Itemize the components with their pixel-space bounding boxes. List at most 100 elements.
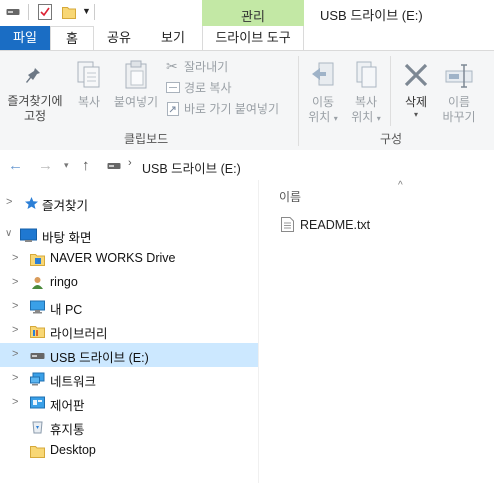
tab-home[interactable]: 홈 [50,26,94,51]
clipboard-group-label: 클립보드 [124,132,169,146]
expand-chevron-icon[interactable]: > [12,300,18,312]
cut-label: 잘라내기 [184,60,229,74]
copy-to-label-text: 위치 [351,110,374,124]
desktop-icon [20,228,37,242]
expand-chevron-icon[interactable]: > [12,276,18,288]
breadcrumb-current[interactable]: USB 드라이브 (E:) [142,158,241,177]
nav-item-desktop[interactable]: ∨ 바탕 화면 [0,223,258,247]
tab-drive-tools[interactable]: 드라이브 도구 [202,26,304,50]
paste-button[interactable]: 붙여넣기 [110,58,162,114]
up-arrow-icon[interactable]: ↑ [82,157,90,174]
move-to-label-line1: 이동 [311,95,335,109]
delete-button[interactable]: 삭제 ▾ [396,58,436,124]
tab-view[interactable]: 보기 [144,26,202,50]
expand-chevron-icon[interactable]: > [12,324,18,336]
nav-item-libraries[interactable]: > 라이브러리 [0,319,258,343]
back-arrow-icon[interactable]: ← [8,157,23,174]
expand-chevron-icon[interactable]: > [6,196,12,208]
copy-to-label-line2: 위치 ▾ [346,109,386,127]
rename-label-line2: 바꾸기 [442,110,476,124]
pin-to-quick-access-button[interactable]: 즐겨찾기에 고정 [2,58,68,124]
expand-chevron-icon[interactable]: > [12,396,18,408]
delete-x-icon [404,63,428,87]
nav-label: 바탕 화면 [42,231,92,245]
pin-label-line2: 고정 [23,109,47,123]
drive-icon[interactable] [6,6,20,16]
nav-item-naver-works-drive[interactable]: > NAVER WORKS Drive [0,247,258,271]
nav-item-ringo[interactable]: > ringo [0,271,258,295]
drive-icon [107,163,121,169]
scissors-icon: ✂ [166,58,178,74]
paste-shortcut-icon [167,102,179,116]
network-icon [30,372,45,386]
nav-label: 제어판 [50,399,85,413]
rename-button[interactable]: 이름 바꾸기 [438,58,480,124]
nav-item-recycle-bin[interactable]: 휴지통 [0,415,258,439]
new-folder-icon[interactable] [62,5,76,19]
copy-path-button[interactable]: 경로 복사 [164,79,264,97]
nav-label: 내 PC [50,303,83,317]
pin-icon [26,65,40,83]
qat-separator [28,4,29,20]
nav-label: 즐겨찾기 [42,199,89,213]
copy-path-label: 경로 복사 [184,81,232,95]
collapse-chevron-icon[interactable]: ∨ [5,228,12,239]
customize-qat-chevron-down-icon[interactable]: ▼ [82,6,91,16]
expand-chevron-icon[interactable]: > [12,252,18,264]
pin-label-line1: 즐겨찾기에 [7,94,63,108]
pc-icon [30,300,45,314]
pane-splitter[interactable] [258,180,259,483]
copy-label: 복사 [77,95,101,109]
file-item[interactable]: README.txt [279,214,399,236]
nav-item-usb-drive[interactable]: > USB 드라이브 (E:) [0,343,258,367]
sort-ascending-chevron-icon: ^ [398,180,403,191]
nav-label: Desktop [50,443,96,457]
move-to-label-text: 위치 [308,110,331,124]
folder-icon [30,446,45,458]
library-icon [30,326,45,338]
recent-locations-chevron-down-icon[interactable]: ▾ [64,160,69,171]
ribbon-divider [390,56,391,126]
nav-label: ringo [50,275,78,289]
user-folder-icon [32,277,43,289]
paste-shortcut-label: 바로 가기 붙여넣기 [184,102,279,116]
forward-arrow-icon[interactable]: → [38,157,53,174]
properties-check-icon[interactable] [38,4,52,20]
window-title: USB 드라이브 (E:) [320,8,423,23]
move-to-button[interactable]: 이동 위치 ▾ [304,58,342,124]
nav-item-quick-access[interactable]: > 즐겨찾기 [0,191,258,215]
tab-file[interactable]: 파일 [0,26,50,50]
move-to-label-line2: 위치 ▾ [304,109,342,127]
nav-label: 휴지통 [50,423,85,437]
nav-item-this-pc[interactable]: > 내 PC [0,295,258,319]
paste-shortcut-button[interactable]: 바로 가기 붙여넣기 [164,100,294,118]
nav-label: 네트워크 [50,375,97,389]
chevron-down-icon: ▾ [333,114,338,123]
copy-icon [77,61,100,88]
nav-label: 라이브러리 [50,327,108,341]
nav-item-control-panel[interactable]: > 제어판 [0,391,258,415]
chevron-down-icon: ▾ [376,114,381,123]
tab-share[interactable]: 공유 [94,26,144,50]
naver-works-drive-icon [30,254,45,266]
breadcrumb-chevron-icon: › [128,157,132,169]
copy-button[interactable]: 복사 [72,58,106,114]
paste-clipboard-icon [125,60,147,89]
rename-icon [445,64,473,88]
address-bar[interactable]: › USB 드라이브 (E:) [100,154,494,176]
qat-separator [94,4,95,20]
column-header-name[interactable]: 이름 [279,188,301,205]
context-tab-label: 관리 [241,9,265,24]
file-name: README.txt [300,218,371,232]
expand-chevron-icon[interactable]: > [12,348,18,360]
cut-button[interactable]: ✂ 잘라내기 [164,58,264,76]
nav-item-desktop-folder[interactable]: Desktop [0,439,258,463]
move-to-icon [312,62,334,86]
expand-chevron-icon[interactable]: > [12,372,18,384]
paste-label: 붙여넣기 [113,95,159,109]
ribbon-group-divider [298,56,299,146]
nav-item-network[interactable]: > 네트워크 [0,367,258,391]
copy-path-icon [166,82,180,93]
copy-to-label-line1: 복사 [354,95,378,109]
copy-to-button[interactable]: 복사 위치 ▾ [346,58,386,124]
